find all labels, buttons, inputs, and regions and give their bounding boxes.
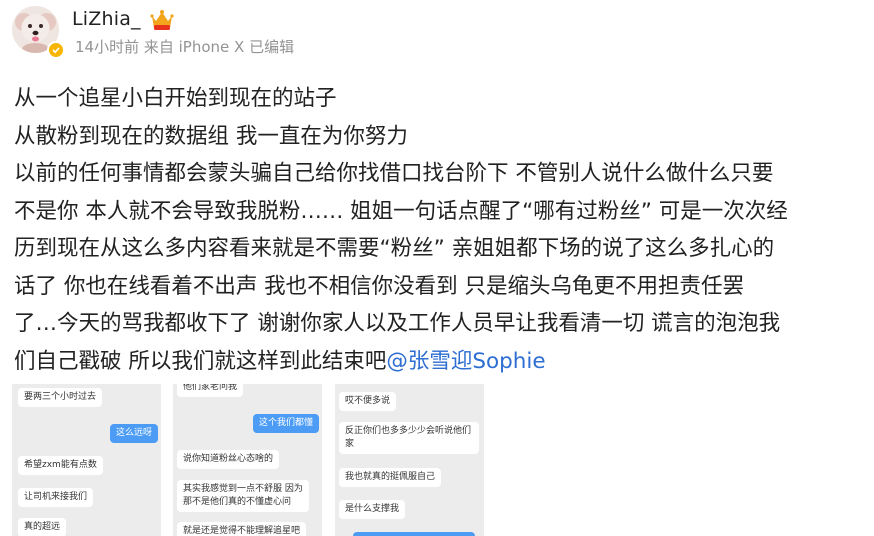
chat-bubble: 我也就真的挺佩服自己 bbox=[339, 468, 442, 487]
mention-link[interactable]: @张雪迎Sophie bbox=[386, 349, 545, 374]
chat-bubble: 要两三个小时过去 bbox=[18, 388, 103, 407]
chat-bubble: 是什么支撑我 bbox=[339, 500, 406, 519]
image-grid: 要两三个小时过去 这么远呀 希望zxm能有点数 让司机来接我们 真的超远 他们家… bbox=[12, 384, 484, 536]
post-header: LiZhia_ 14小时前 来自 iPhone X 已编辑 bbox=[12, 6, 872, 61]
chat-screenshot-3[interactable]: 哎不便多说 反正你们也多多少少会听说他们家 我也就真的挺佩服自己 是什么支撑我 bbox=[335, 384, 484, 536]
chat-screenshot-1[interactable]: 要两三个小时过去 这么远呀 希望zxm能有点数 让司机来接我们 真的超远 bbox=[12, 384, 161, 536]
chat-bubble: 希望zxm能有点数 bbox=[18, 456, 103, 475]
post-line: 话了 你也在线看着不出声 我也不相信你没看到 只是缩头乌龟更不用担责任罢 bbox=[14, 273, 745, 299]
username[interactable]: LiZhia_ bbox=[72, 8, 141, 30]
post-line-last: 们自己戳破 所以我们就这样到此结束吧@张雪迎Sophie bbox=[14, 343, 864, 381]
chat-bubble-me: 这个我们都懂 bbox=[253, 414, 320, 433]
post-line-text: 们自己戳破 所以我们就这样到此结束吧 bbox=[14, 348, 387, 374]
chat-bubble: 就是还是觉得不能理解追星吧 bbox=[177, 522, 307, 536]
chat-bubble-me-partial bbox=[353, 532, 475, 536]
chat-screenshot-2[interactable]: 他们家老问我 这个我们都懂 说你知道粉丝心态啥的 其实我感觉到一点不舒服 因为那… bbox=[173, 384, 322, 536]
post-text: 从一个追星小白开始到现在的站子 从散粉到现在的数据组 我一直在为你努力 以前的任… bbox=[14, 80, 864, 380]
chat-bubble: 他们家老问我 bbox=[177, 384, 244, 397]
member-crown-icon[interactable] bbox=[149, 8, 175, 32]
post-line: 从散粉到现在的数据组 我一直在为你努力 bbox=[14, 123, 408, 149]
post-line: 不是你 本人就不会导致我脱粉…… 姐姐一句话点醒了“哪有过粉丝” 可是一次次经 bbox=[14, 198, 788, 224]
verified-icon bbox=[47, 41, 65, 59]
post-line: 以前的任何事情都会蒙头骗自己给你找借口找台阶下 不管别人说什么做什么只要 bbox=[14, 161, 774, 186]
post-line: 从一个追星小白开始到现在的站子 bbox=[14, 86, 337, 111]
chat-bubble: 其实我感觉到一点不舒服 因为那不是他们真的不懂虚心问 bbox=[177, 480, 309, 512]
chat-bubble: 让司机来接我们 bbox=[18, 488, 94, 507]
chat-bubble: 真的超远 bbox=[18, 518, 67, 536]
post-meta: 14小时前 来自 iPhone X 已编辑 bbox=[75, 38, 295, 56]
chat-bubble: 反正你们也多多少少会听说他们家 bbox=[339, 422, 479, 454]
post-line: 历到现在从这么多内容看来就是不需要“粉丝” 亲姐姐都下场的说了这么多扎心的 bbox=[14, 236, 775, 261]
post-line: 了…今天的骂我都收下了 谢谢你家人以及工作人员早让我看清一切 谎言的泡泡我 bbox=[14, 311, 781, 336]
chat-bubble: 哎不便多说 bbox=[339, 392, 397, 411]
chat-bubble: 说你知道粉丝心态啥的 bbox=[177, 450, 280, 469]
chat-bubble-me: 这么远呀 bbox=[110, 424, 159, 443]
